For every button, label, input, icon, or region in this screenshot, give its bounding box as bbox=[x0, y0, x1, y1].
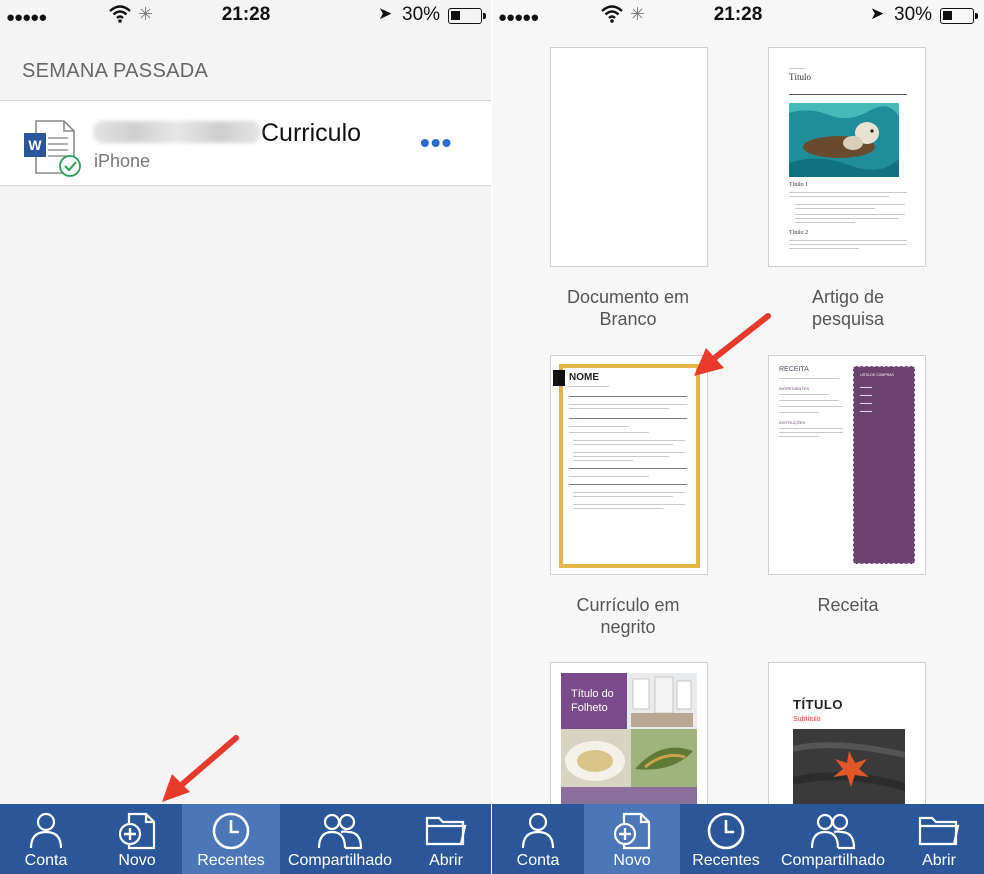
more-options-button[interactable]: ••• bbox=[420, 127, 452, 159]
template-recipe[interactable]: RECEITA INGREDIENTES INSTRUÇÕES LISTA DE… bbox=[768, 355, 926, 575]
tab-label: Conta bbox=[24, 852, 68, 869]
status-bar: ●●●●● ✳ 21:28 ➤ 30% bbox=[0, 0, 492, 32]
thumb-heading: Título 2 bbox=[789, 230, 809, 236]
word-document-icon: W bbox=[24, 120, 81, 177]
clock-icon bbox=[707, 812, 745, 850]
thumb-heading: Título 1 bbox=[789, 182, 809, 188]
recipe-sidebar: LISTA DE COMPRAS bbox=[853, 366, 915, 564]
person-icon bbox=[521, 812, 555, 849]
tab-label: Abrir bbox=[922, 852, 956, 869]
tab-abrir[interactable]: Abrir bbox=[400, 804, 492, 874]
file-name: Curriculo bbox=[93, 119, 361, 148]
tab-novo[interactable]: Novo bbox=[584, 804, 680, 874]
clock-icon bbox=[212, 812, 250, 850]
new-document-icon bbox=[613, 812, 651, 850]
template-label: Currículo em negrito bbox=[576, 595, 680, 637]
location-arrow-icon: ➤ bbox=[870, 4, 885, 23]
interior-photo bbox=[627, 673, 697, 729]
tab-recentes[interactable]: Recentes bbox=[182, 804, 280, 874]
template-blank-document[interactable] bbox=[550, 47, 708, 267]
template-research-paper[interactable]: Título Título 1 Título 2 bbox=[768, 47, 926, 267]
tab-label: Recentes bbox=[692, 852, 760, 869]
template-brochure[interactable]: Título do Folheto bbox=[550, 662, 708, 822]
tab-compartilhado[interactable]: Compartilhado bbox=[772, 804, 894, 874]
battery-icon bbox=[448, 8, 486, 24]
battery-percent: 30% bbox=[402, 4, 441, 25]
template-title-page[interactable]: TÍTULO Subtítulo bbox=[768, 662, 926, 822]
person-icon bbox=[29, 812, 63, 849]
right-screen: ●●●●● ✳ 21:28 ➤ 30% Documento em Branco … bbox=[492, 0, 984, 874]
file-location: iPhone bbox=[94, 151, 151, 171]
tab-label: Novo bbox=[118, 852, 156, 869]
food-photo bbox=[561, 729, 697, 787]
tab-label: Recentes bbox=[197, 852, 265, 869]
thumb-title: Título bbox=[789, 72, 811, 82]
leaf-photo bbox=[793, 729, 905, 805]
tab-bar: Conta Novo Recentes Compartilhado Abrir bbox=[492, 804, 984, 874]
location-arrow-icon: ➤ bbox=[378, 4, 393, 23]
section-title: SEMANA PASSADA bbox=[22, 60, 209, 82]
tab-label: Compartilhado bbox=[780, 852, 886, 869]
otter-photo bbox=[789, 103, 899, 177]
thumb-subtitle: Subtítulo bbox=[793, 716, 821, 723]
folder-icon bbox=[425, 816, 467, 846]
battery-icon bbox=[940, 8, 978, 24]
redacted-name bbox=[93, 121, 261, 143]
annotation-arrow bbox=[694, 313, 771, 376]
thumb-title: TÍTULO bbox=[793, 697, 843, 712]
tab-label: Abrir bbox=[429, 852, 463, 869]
tab-abrir[interactable]: Abrir bbox=[894, 804, 984, 874]
tab-label: Novo bbox=[613, 852, 651, 869]
template-bold-resume[interactable]: NOME bbox=[550, 355, 708, 575]
svg-text:W: W bbox=[28, 137, 42, 153]
thumb-title: NOME bbox=[569, 372, 599, 383]
tab-label: Conta bbox=[516, 852, 560, 869]
tab-label: Compartilhado bbox=[287, 852, 393, 869]
thumb-instructions: INSTRUÇÕES bbox=[779, 420, 806, 425]
new-document-icon bbox=[118, 812, 156, 850]
battery-percent: 30% bbox=[894, 4, 933, 25]
people-icon bbox=[810, 813, 856, 850]
status-bar: ●●●●● ✳ 21:28 ➤ 30% bbox=[492, 0, 984, 32]
left-screen: ●●●●● ✳ 21:28 ➤ 30% SEMANA PASSADA W Cur… bbox=[0, 0, 492, 874]
template-label: Receita bbox=[817, 595, 879, 615]
recent-file-row[interactable]: W Curriculo iPhone ••• bbox=[0, 100, 492, 186]
tab-recentes[interactable]: Recentes bbox=[680, 804, 772, 874]
tab-conta[interactable]: Conta bbox=[0, 804, 92, 874]
people-icon bbox=[317, 813, 363, 850]
tab-conta[interactable]: Conta bbox=[492, 804, 584, 874]
annotation-arrow bbox=[162, 735, 239, 802]
brochure-title-block: Título do Folheto bbox=[561, 673, 627, 729]
tab-novo[interactable]: Novo bbox=[92, 804, 182, 874]
tab-compartilhado[interactable]: Compartilhado bbox=[280, 804, 400, 874]
folder-icon bbox=[918, 816, 960, 846]
tab-bar: Conta Novo Recentes Compartilhado Abrir bbox=[0, 804, 492, 874]
